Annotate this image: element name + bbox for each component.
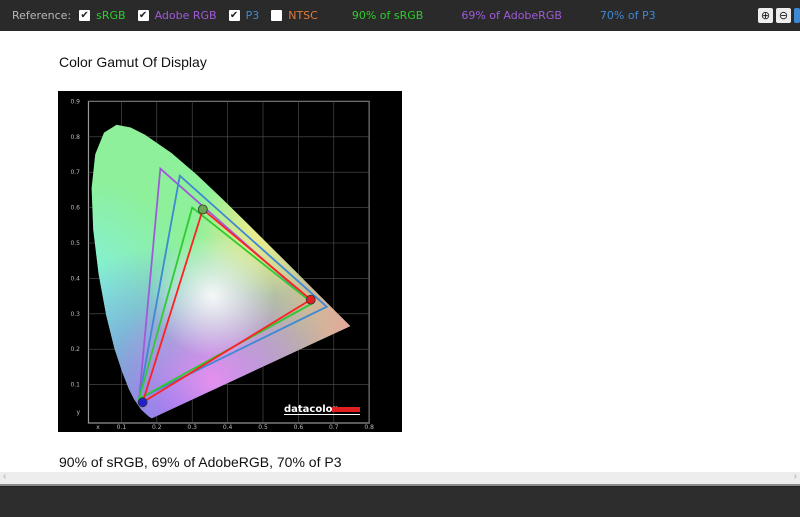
gamut-chart: x 0.1 0.2 0.3 0.4 0.5 0.6 0.7 0.8 y 0.1 0.2 0.3 0.4 0.… xyxy=(58,91,402,432)
svg-text:datacolor: datacolor xyxy=(284,404,338,415)
horizontal-scrollbar[interactable]: ‹ › xyxy=(0,471,800,486)
scroll-right-icon[interactable]: › xyxy=(794,471,797,482)
x-tick-label: 0.7 xyxy=(329,424,339,431)
adobe-rgb-label[interactable]: Adobe RGB xyxy=(155,9,217,22)
spectral-locus xyxy=(91,124,351,419)
y-tick-label: 0.5 xyxy=(70,240,80,247)
x-tick-label: 0.2 xyxy=(152,424,162,431)
x-tick-label: 0.1 xyxy=(117,424,127,431)
zoom-out-icon[interactable]: ⊖ xyxy=(776,8,791,23)
ntsc-checkbox[interactable] xyxy=(271,10,283,21)
x-tick-label: 0.6 xyxy=(294,424,304,431)
reference-toolbar: Reference: ✔ sRGB ✔ Adobe RGB ✔ P3 NTSC 90%… xyxy=(0,0,800,31)
gamut-summary: 90% of sRGB, 69% of AdobeRGB, 70% of P3 xyxy=(59,454,342,470)
bottom-bar xyxy=(0,486,800,517)
primary-point xyxy=(197,204,208,215)
datacolor-logo: datacolor xyxy=(284,404,360,415)
x-tick-label: 0.3 xyxy=(187,424,197,431)
page-title: Color Gamut Of Display xyxy=(59,54,207,70)
srgb-coverage: 90% of sRGB xyxy=(351,9,424,22)
srgb-checkbox[interactable]: ✔ xyxy=(79,10,91,21)
y-tick-label: 0.7 xyxy=(70,169,80,176)
y-tick-label: 0.6 xyxy=(70,205,80,212)
scroll-left-icon[interactable]: ‹ xyxy=(3,471,6,482)
cie-diagram: x 0.1 0.2 0.3 0.4 0.5 0.6 0.7 0.8 y 0.1 0.2 0.3 0.4 0.… xyxy=(70,98,374,431)
zoom-in-icon[interactable]: ⊕ xyxy=(758,8,773,23)
x-tick-label: 0.8 xyxy=(364,424,374,431)
p3-coverage: 70% of P3 xyxy=(599,9,656,22)
reference-label: Reference: xyxy=(12,9,72,22)
y-tick-label: 0.3 xyxy=(70,311,80,318)
x-tick-label: 0.5 xyxy=(258,424,268,431)
y-tick-label: 0.1 xyxy=(70,382,80,389)
y-tick-label: 0.2 xyxy=(70,346,80,353)
primary-point xyxy=(137,397,148,408)
p3-label[interactable]: P3 xyxy=(246,9,260,22)
fit-icon[interactable] xyxy=(794,8,800,23)
y-tick-label: 0.8 xyxy=(70,134,80,141)
y-tick-label: 0.4 xyxy=(70,275,80,282)
x-tick-label: x xyxy=(96,424,100,431)
p3-checkbox[interactable]: ✔ xyxy=(228,10,240,21)
x-tick-label: 0.4 xyxy=(223,424,233,431)
srgb-label[interactable]: sRGB xyxy=(96,9,125,22)
y-tick-label: 0.9 xyxy=(70,98,80,105)
y-tick-label: y xyxy=(76,409,80,416)
primary-point xyxy=(305,294,316,305)
adobe-rgb-coverage: 69% of AdobeRGB xyxy=(461,9,562,22)
adobe-rgb-checkbox[interactable]: ✔ xyxy=(137,10,149,21)
ntsc-label[interactable]: NTSC xyxy=(288,9,318,22)
content-area: Color Gamut Of Display x 0.1 0.2 0.3 0.4… xyxy=(0,31,800,472)
